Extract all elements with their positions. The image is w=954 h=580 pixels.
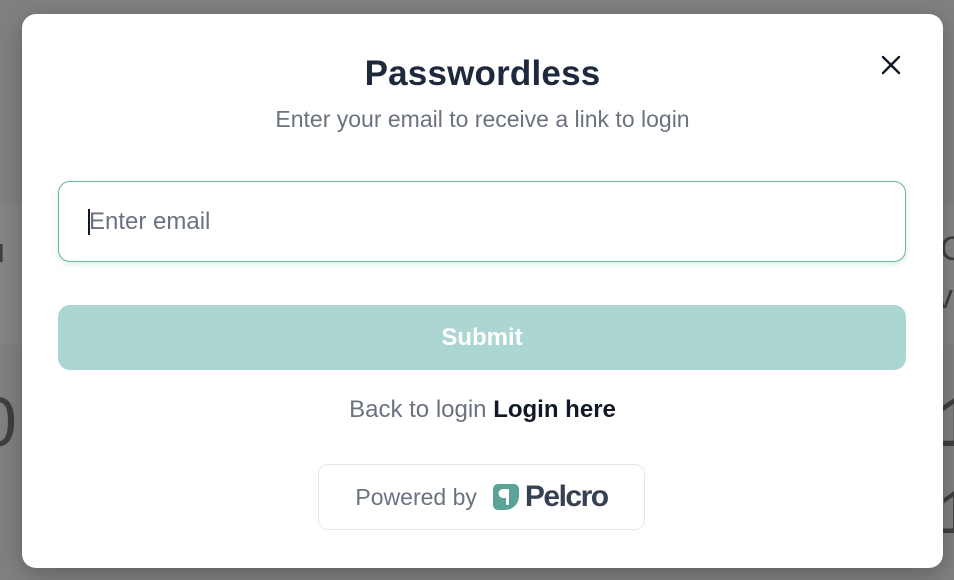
modal-subtitle: Enter your email to receive a link to lo… (275, 106, 690, 132)
back-to-login-text: Back to login (349, 396, 487, 423)
background-text-fragment: u (0, 232, 5, 271)
passwordless-modal: Passwordless Enter your email to receive… (22, 14, 943, 568)
submit-button[interactable]: Submit (58, 305, 906, 370)
powered-by-badge[interactable]: Powered by Pelcro (318, 464, 645, 530)
powered-by-text: Powered by (355, 483, 477, 510)
text-caret (88, 209, 90, 235)
pelcro-logo-icon (492, 484, 519, 510)
pelcro-brand: Pelcro (491, 480, 609, 514)
login-here-link[interactable]: Login here (493, 396, 616, 423)
pelcro-brand-name: Pelcro (524, 480, 609, 513)
modal-title: Passwordless (364, 54, 601, 93)
background-text-fragment: 0 (0, 382, 17, 462)
back-to-login-row: Back to login Login here (22, 396, 943, 424)
email-input[interactable] (58, 181, 906, 262)
